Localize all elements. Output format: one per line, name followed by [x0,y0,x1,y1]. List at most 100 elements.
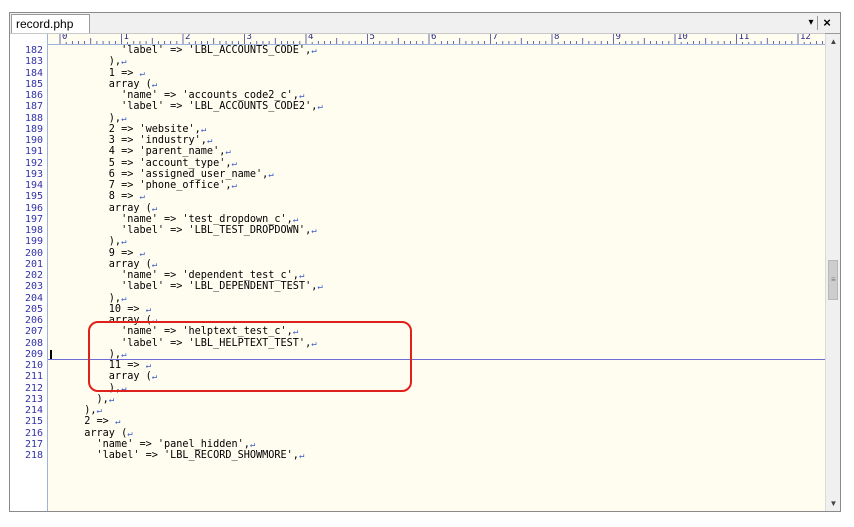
code-content: 8 => [72,191,140,203]
code-line[interactable]: 202 'name' => 'dependent_test_c',↵ [10,270,825,281]
line-number: 204 [24,292,43,304]
newline-mark-icon: ↵ [206,136,213,146]
line-number: 192 [24,157,43,169]
line-number: 218 [24,450,43,461]
code-line[interactable]: 215 2 => ↵ [10,416,825,427]
code-content: 'label' => 'LBL_ACCOUNTS_CODE2', [72,101,318,113]
code-line[interactable]: 194 7 => 'phone_office',↵ [10,180,825,191]
tab-bar: record.php ▾ × [10,13,840,34]
vertical-scrollbar[interactable]: ▲ ≡ ▼ [825,34,840,511]
newline-mark-icon: ↵ [121,293,127,304]
code-content: 'label' => 'LBL_TEST_DROPDOWN', [72,225,312,236]
newline-mark-icon: ↵ [108,394,115,405]
newline-mark-icon: ↵ [139,248,145,259]
grip-icon: ≡ [831,275,836,284]
code-line[interactable]: 190 3 => 'industry',↵ [10,135,825,146]
newline-mark-icon: ↵ [121,113,127,124]
code-line[interactable]: 216 array (↵ [10,428,825,439]
code-line[interactable]: 201 array (↵ [10,259,825,270]
close-icon[interactable]: × [817,15,835,31]
code-content: 'name' => 'panel_hidden', [72,438,250,450]
line-number: 182 [24,45,43,56]
line-number: 187 [24,101,43,113]
code-line[interactable]: 217 'name' => 'panel_hidden',↵ [10,439,825,450]
ruler-label: 1 [122,34,130,42]
column-ruler: 0 1 2 3 4 5 6 7 8 9 10 11 12 [48,34,825,45]
code-content: array ( [72,427,128,439]
code-line[interactable]: 198 'label' => 'LBL_TEST_DROPDOWN',↵ [10,225,825,236]
code-editor[interactable]: 0 1 2 3 4 5 6 7 8 9 10 11 12 182 'label' => 'LBL_ACC… [10,34,825,511]
newline-mark-icon: ↵ [268,169,274,180]
code-line[interactable]: 203 'label' => 'LBL_DEPENDENT_TEST',↵ [10,281,825,292]
code-content: array ( [72,78,152,90]
line-number: 199 [24,236,43,248]
line-number: 212 [24,382,43,394]
code-line[interactable]: 195 8 => ↵ [10,191,825,202]
code-line[interactable]: 213 ),↵ [10,394,825,405]
newline-mark-icon: ↵ [311,46,317,56]
code-line[interactable]: 218 'label' => 'LBL_RECORD_SHOWMORE',↵ [10,450,825,461]
line-number: 217 [24,438,43,450]
scroll-down-arrow-icon[interactable]: ▼ [826,496,840,511]
scroll-up-arrow-icon[interactable]: ▲ [826,34,840,49]
code-content: 5 => 'account_type', [72,157,232,169]
code-line[interactable]: 192 5 => 'account_type',↵ [10,158,825,169]
code-content: 7 => 'phone_office', [72,180,232,191]
line-number: 202 [24,270,43,281]
code-line[interactable]: 187 'label' => 'LBL_ACCOUNTS_CODE2',↵ [10,101,825,112]
code-line[interactable]: 200 9 => ↵ [10,248,825,259]
code-line[interactable]: 193 6 => 'assigned_user_name',↵ [10,169,825,180]
newline-mark-icon: ↵ [317,102,323,113]
ruler-label: 0 [61,34,69,42]
code-content: 10 => [72,303,146,315]
scroll-thumb[interactable]: ≡ [828,260,838,300]
code-content: 'label' => 'LBL_ACCOUNTS_CODE', [72,45,312,56]
ruler-label: 2 [184,34,192,42]
newline-mark-icon: ↵ [145,304,152,315]
code-content: 9 => [72,247,140,259]
code-content: 'name' => 'test_dropdown_c', [72,213,293,225]
newline-mark-icon: ↵ [121,237,127,248]
code-content: 1 => [72,67,140,79]
line-number: 183 [24,56,43,68]
editor-window: record.php ▾ × 0 1 2 3 4 5 6 7 8 9 10 11 12 182 'lab… [9,12,841,512]
newline-mark-icon: ↵ [298,91,305,101]
newline-mark-icon: ↵ [121,57,127,68]
highlight-annotation [88,321,412,392]
code-line[interactable]: 189 2 => 'website',↵ [10,124,825,135]
code-line[interactable]: 199 ),↵ [10,236,825,247]
ruler-label: 7 [491,34,499,42]
line-number: 185 [24,78,43,90]
line-number: 206 [24,315,43,326]
line-number: 205 [24,303,43,315]
code-line[interactable]: 184 1 => ↵ [10,68,825,79]
code-content: ), [72,236,122,248]
code-line[interactable]: 183 ),↵ [10,56,825,67]
code-content: ), [72,112,122,124]
code-line[interactable]: 191 4 => 'parent_name',↵ [10,146,825,157]
code-line[interactable]: 186 'name' => 'accounts_code2_c',↵ [10,90,825,101]
newline-mark-icon: ↵ [127,428,133,439]
line-number: 207 [24,326,43,338]
code-line[interactable]: 205 10 => ↵ [10,304,825,315]
line-number: 208 [24,337,43,349]
code-line[interactable]: 196 array (↵ [10,203,825,214]
newline-mark-icon: ↵ [139,192,145,203]
code-line[interactable]: 204 ),↵ [10,293,825,304]
code-line[interactable]: 182 'label' => 'LBL_ACCOUNTS_CODE',↵ [10,45,825,56]
code-content: 6 => 'assigned_user_name', [72,168,269,180]
code-line[interactable]: 197 'name' => 'test_dropdown_c',↵ [10,214,825,225]
line-number: 198 [24,225,43,236]
ruler-label: 12 [799,34,812,42]
line-number: 213 [24,393,43,405]
newline-mark-icon: ↵ [317,282,323,293]
line-number: 203 [24,281,43,293]
ruler-label: 10 [676,34,689,42]
line-number: 195 [24,191,43,203]
code-line[interactable]: 185 array (↵ [10,79,825,90]
code-line[interactable]: 188 ),↵ [10,113,825,124]
code-line[interactable]: 214 ),↵ [10,405,825,416]
line-number: 194 [24,180,43,191]
tab-record-php[interactable]: record.php [11,14,90,33]
line-number: 186 [24,90,43,101]
